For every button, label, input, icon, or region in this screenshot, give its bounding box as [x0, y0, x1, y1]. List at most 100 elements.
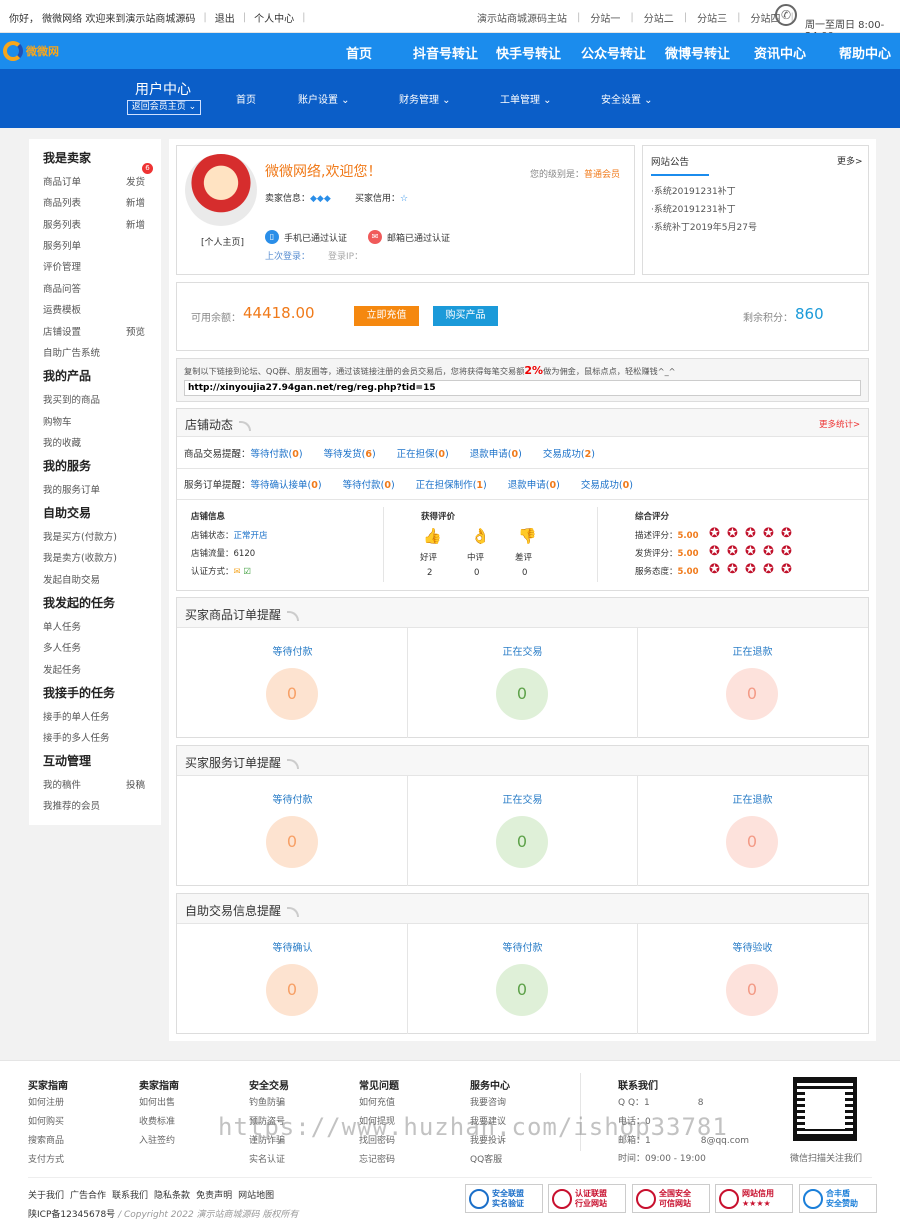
sidebar-item[interactable]: 自助广告系统 [43, 345, 100, 359]
footer-link[interactable]: 入驻签约 [139, 1133, 175, 1146]
branch-1-link[interactable]: 分站一 [590, 10, 620, 25]
sidebar-item[interactable]: 我是卖方(收款方) [43, 550, 117, 564]
notice-more-link[interactable]: 更多> [837, 154, 863, 167]
nav-kuaishou[interactable]: 快手号转让 [496, 43, 561, 62]
sitemap-link[interactable]: 网站地图 [238, 1188, 274, 1201]
service-refund[interactable]: 退款申请(0) [508, 477, 560, 491]
footer-link[interactable]: 如何注册 [28, 1095, 64, 1108]
nav-weibo[interactable]: 微博号转让 [665, 43, 730, 62]
goods-guarantee[interactable]: 正在担保(0) [397, 446, 449, 460]
cert-badge[interactable]: 网站信用 ★★★★ [715, 1184, 793, 1213]
footer-link[interactable]: 忘记密码 [359, 1152, 395, 1165]
about-link[interactable]: 关于我们 [28, 1188, 64, 1201]
cert-badge[interactable]: 全国安全 可信网站 [632, 1184, 710, 1213]
sidebar-item[interactable]: 发起任务 [43, 662, 81, 676]
buy-product-button[interactable]: 购买产品 [433, 306, 498, 326]
panel-count[interactable]: 0 [726, 668, 778, 720]
sidebar-tag-add[interactable]: 新增 [126, 217, 145, 231]
site-logo[interactable]: 微微网 [3, 41, 59, 61]
personal-home-link[interactable]: [个人主页] [201, 235, 244, 248]
panel-count[interactable]: 0 [266, 668, 318, 720]
sidebar-item[interactable]: 商品问答 [43, 281, 81, 295]
footer-link[interactable]: 搜索商品 [28, 1133, 64, 1146]
branch-3-link[interactable]: 分站三 [697, 10, 727, 25]
sidebar-item[interactable]: 店铺设置 [43, 324, 81, 338]
panel-column-label[interactable]: 等待付款 [177, 643, 408, 658]
panel-column-label[interactable]: 正在交易 [407, 643, 638, 658]
goods-refund[interactable]: 退款申请(0) [470, 446, 522, 460]
sidebar-item[interactable]: 我是买方(付款方) [43, 529, 117, 543]
footer-link[interactable]: 支付方式 [28, 1152, 64, 1165]
usernav-finance[interactable]: 财务管理 ⌄ [399, 91, 451, 106]
cert-badge[interactable]: 合丰盾 安全赞助 [799, 1184, 877, 1213]
recharge-button[interactable]: 立即充值 [354, 306, 419, 326]
footer-link[interactable]: 我要咨询 [470, 1095, 506, 1108]
panel-column-label[interactable]: 正在退款 [637, 643, 868, 658]
sidebar-item[interactable]: 服务列表 [43, 217, 81, 231]
sidebar-item[interactable]: 单人任务 [43, 619, 81, 633]
nav-news[interactable]: 资讯中心 [754, 43, 806, 62]
service-guarantee[interactable]: 正在担保制作(1) [416, 477, 487, 491]
sidebar-item[interactable]: 服务列单 [43, 238, 81, 252]
sidebar-item[interactable]: 多人任务 [43, 640, 81, 654]
referral-url-input[interactable] [184, 380, 861, 396]
sidebar-item[interactable]: 接手的单人任务 [43, 709, 110, 723]
goods-wait-pay[interactable]: 等待付款(0) [251, 449, 303, 460]
sidebar-item[interactable]: 我推荐的会员 [43, 798, 100, 812]
panel-count[interactable]: 0 [726, 816, 778, 868]
panel-count[interactable]: 0 [266, 816, 318, 868]
disclaimer-link[interactable]: 免责声明 [196, 1188, 232, 1201]
sidebar-item[interactable]: 运费模板 [43, 302, 81, 316]
panel-column-label[interactable]: 等待付款 [177, 791, 408, 806]
footer-link[interactable]: 如何充值 [359, 1095, 395, 1108]
panel-count[interactable]: 0 [496, 816, 548, 868]
nav-help[interactable]: 帮助中心 [839, 43, 891, 62]
footer-link[interactable]: 如何出售 [139, 1095, 175, 1108]
service-wait-pay[interactable]: 等待付款(0) [343, 477, 395, 491]
nav-home[interactable]: 首页 [346, 43, 372, 62]
cert-badge[interactable]: 认证联盟 行业网站 [548, 1184, 626, 1213]
notice-item[interactable]: ·系统20191231补丁 [651, 202, 736, 215]
sidebar-item[interactable]: 评价管理 [43, 259, 81, 273]
sidebar-tag-add[interactable]: 新增 [126, 195, 145, 209]
avatar[interactable] [185, 154, 257, 226]
sidebar-item[interactable]: 我买到的商品 [43, 392, 100, 406]
panel-column-label[interactable]: 等待验收 [637, 939, 868, 954]
panel-column-label[interactable]: 等待确认 [177, 939, 408, 954]
nav-wechat-official[interactable]: 公众号转让 [581, 43, 646, 62]
sidebar-tag-preview[interactable]: 预览 [126, 324, 145, 338]
logout-link[interactable]: 退出 [215, 10, 235, 25]
main-site-link[interactable]: 演示站商城源码主站 [477, 10, 567, 25]
panel-count[interactable]: 0 [496, 668, 548, 720]
privacy-link[interactable]: 隐私条款 [154, 1188, 190, 1201]
footer-link[interactable]: 钓鱼防骗 [249, 1095, 285, 1108]
footer-link[interactable]: QQ客服 [470, 1152, 502, 1165]
usernav-home[interactable]: 首页 [236, 91, 256, 106]
footer-link[interactable]: 实名认证 [249, 1152, 285, 1165]
panel-column-label[interactable]: 正在交易 [407, 791, 638, 806]
panel-count[interactable]: 0 [726, 964, 778, 1016]
sidebar-item[interactable]: 商品订单 [43, 174, 81, 188]
branch-2-link[interactable]: 分站二 [644, 10, 674, 25]
panel-count[interactable]: 0 [496, 964, 548, 1016]
contact-link[interactable]: 联系我们 [112, 1188, 148, 1201]
notice-item[interactable]: ·系统补丁2019年5月27号 [651, 220, 757, 233]
notice-item[interactable]: ·系统20191231补丁 [651, 184, 736, 197]
usernav-account[interactable]: 账户设置 ⌄ [298, 91, 350, 106]
sidebar-tag-ship[interactable]: 发货 [126, 174, 145, 188]
usernav-tickets[interactable]: 工单管理 ⌄ [500, 91, 552, 106]
service-success[interactable]: 交易成功(0) [581, 477, 633, 491]
user-center-link[interactable]: 个人中心 [254, 10, 294, 25]
cert-badge[interactable]: 安全联盟 实名验证 [465, 1184, 543, 1213]
sidebar-item[interactable]: 购物车 [43, 414, 72, 428]
return-home-button[interactable]: 返回会员主页 ⌄ [127, 100, 201, 115]
panel-column-label[interactable]: 正在退款 [637, 791, 868, 806]
ads-link[interactable]: 广告合作 [70, 1188, 106, 1201]
sidebar-item[interactable]: 接手的多人任务 [43, 730, 110, 744]
goods-wait-ship[interactable]: 等待发货(6) [324, 446, 376, 460]
panel-count[interactable]: 0 [266, 964, 318, 1016]
usernav-security[interactable]: 安全设置 ⌄ [601, 91, 653, 106]
sidebar-item[interactable]: 我的收藏 [43, 435, 81, 449]
sidebar-item[interactable]: 我的稿件 [43, 777, 81, 791]
nav-douyin[interactable]: 抖音号转让 [413, 43, 478, 62]
